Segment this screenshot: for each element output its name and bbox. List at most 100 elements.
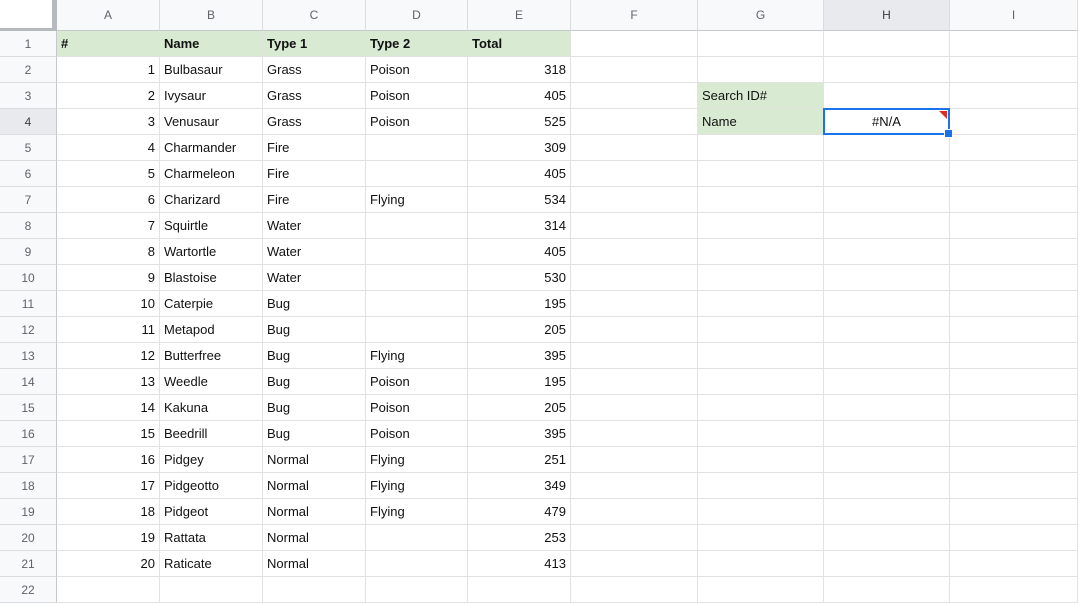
cell-E13[interactable]: 395 [468,343,571,369]
cell-G16[interactable] [698,421,824,447]
cell-E12[interactable]: 205 [468,317,571,343]
row-header-21[interactable]: 21 [0,551,57,577]
cell-A22[interactable] [57,577,160,603]
cell-C16[interactable]: Bug [263,421,366,447]
cell-C13[interactable]: Bug [263,343,366,369]
cell-B6[interactable]: Charmeleon [160,161,263,187]
cell-I9[interactable] [950,239,1078,265]
cell-E5[interactable]: 309 [468,135,571,161]
cell-C6[interactable]: Fire [263,161,366,187]
cell-G9[interactable] [698,239,824,265]
cell-F22[interactable] [571,577,698,603]
cell-G11[interactable] [698,291,824,317]
cell-I4[interactable] [950,109,1078,135]
cell-G15[interactable] [698,395,824,421]
cell-F10[interactable] [571,265,698,291]
cell-B5[interactable]: Charmander [160,135,263,161]
cell-D11[interactable] [366,291,468,317]
cell-H3[interactable] [824,83,950,109]
cell-A16[interactable]: 15 [57,421,160,447]
cell-C3[interactable]: Grass [263,83,366,109]
row-header-20[interactable]: 20 [0,525,57,551]
row-header-14[interactable]: 14 [0,369,57,395]
cell-E21[interactable]: 413 [468,551,571,577]
cell-G6[interactable] [698,161,824,187]
cell-I13[interactable] [950,343,1078,369]
cell-G7[interactable] [698,187,824,213]
cell-A5[interactable]: 4 [57,135,160,161]
cell-F19[interactable] [571,499,698,525]
cell-G14[interactable] [698,369,824,395]
cell-A7[interactable]: 6 [57,187,160,213]
cell-G8[interactable] [698,213,824,239]
cell-G20[interactable] [698,525,824,551]
cell-I2[interactable] [950,57,1078,83]
cell-C20[interactable]: Normal [263,525,366,551]
cell-E17[interactable]: 251 [468,447,571,473]
cell-E14[interactable]: 195 [468,369,571,395]
cell-C7[interactable]: Fire [263,187,366,213]
cell-B11[interactable]: Caterpie [160,291,263,317]
row-header-11[interactable]: 11 [0,291,57,317]
cell-I20[interactable] [950,525,1078,551]
row-header-9[interactable]: 9 [0,239,57,265]
cell-C22[interactable] [263,577,366,603]
cell-H6[interactable] [824,161,950,187]
cell-C4[interactable]: Grass [263,109,366,135]
cell-I10[interactable] [950,265,1078,291]
cell-A14[interactable]: 13 [57,369,160,395]
cell-H1[interactable] [824,31,950,57]
cell-I12[interactable] [950,317,1078,343]
cell-D3[interactable]: Poison [366,83,468,109]
cell-C12[interactable]: Bug [263,317,366,343]
cell-A10[interactable]: 9 [57,265,160,291]
cell-E16[interactable]: 395 [468,421,571,447]
cell-C1[interactable]: Type 1 [263,31,366,57]
col-header-D[interactable]: D [366,0,468,31]
cell-D18[interactable]: Flying [366,473,468,499]
cell-H10[interactable] [824,265,950,291]
cell-B21[interactable]: Raticate [160,551,263,577]
cell-B22[interactable] [160,577,263,603]
cell-B13[interactable]: Butterfree [160,343,263,369]
cell-H17[interactable] [824,447,950,473]
cell-I8[interactable] [950,213,1078,239]
cell-A17[interactable]: 16 [57,447,160,473]
cell-C19[interactable]: Normal [263,499,366,525]
col-header-H[interactable]: H [824,0,950,31]
cell-H7[interactable] [824,187,950,213]
row-header-16[interactable]: 16 [0,421,57,447]
cell-F5[interactable] [571,135,698,161]
col-header-G[interactable]: G [698,0,824,31]
cell-H2[interactable] [824,57,950,83]
cell-H19[interactable] [824,499,950,525]
cell-C15[interactable]: Bug [263,395,366,421]
cell-H20[interactable] [824,525,950,551]
cell-D13[interactable]: Flying [366,343,468,369]
cell-C10[interactable]: Water [263,265,366,291]
cell-C21[interactable]: Normal [263,551,366,577]
cell-G18[interactable] [698,473,824,499]
cell-B18[interactable]: Pidgeotto [160,473,263,499]
cell-E10[interactable]: 530 [468,265,571,291]
cell-C5[interactable]: Fire [263,135,366,161]
cell-C14[interactable]: Bug [263,369,366,395]
row-header-7[interactable]: 7 [0,187,57,213]
cell-D21[interactable] [366,551,468,577]
cell-F14[interactable] [571,369,698,395]
cell-B16[interactable]: Beedrill [160,421,263,447]
cell-I18[interactable] [950,473,1078,499]
cell-G19[interactable] [698,499,824,525]
cell-C18[interactable]: Normal [263,473,366,499]
cell-A13[interactable]: 12 [57,343,160,369]
cell-D12[interactable] [366,317,468,343]
row-header-8[interactable]: 8 [0,213,57,239]
cell-G17[interactable] [698,447,824,473]
cell-E20[interactable]: 253 [468,525,571,551]
cell-B2[interactable]: Bulbasaur [160,57,263,83]
cell-B8[interactable]: Squirtle [160,213,263,239]
cell-E18[interactable]: 349 [468,473,571,499]
cell-I21[interactable] [950,551,1078,577]
cell-D6[interactable] [366,161,468,187]
cell-C8[interactable]: Water [263,213,366,239]
